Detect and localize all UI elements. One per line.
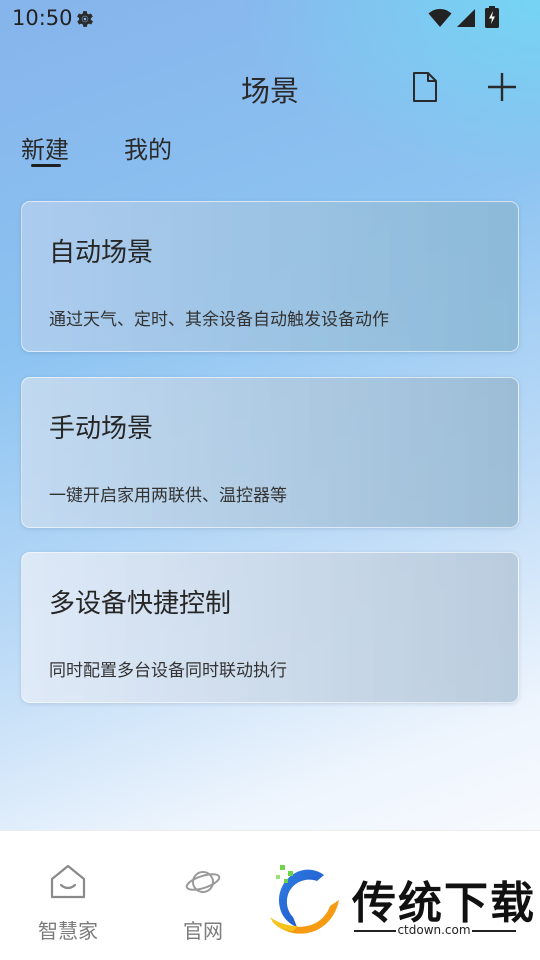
signal-icon [457,9,475,27]
watermark-logo: 传统下载 ctdown.com [266,855,534,945]
watermark-divider [354,930,396,932]
tab-new[interactable]: 新建 [21,130,69,165]
multi-device-control-card[interactable]: 多设备快捷控制 同时配置多台设备同时联动执行 [21,552,519,703]
card-description: 一键开启家用两联供、温控器等 [49,486,287,506]
nav-item-official-site[interactable]: 官网 [143,831,263,960]
watermark-url: ctdown.com [397,923,471,937]
watermark-text: 传统下载 [352,878,536,929]
nav-label: 官网 [183,919,223,943]
status-bar: 10:50 [0,0,540,36]
card-description: 通过天气、定时、其余设备自动触发设备动作 [49,310,389,330]
card-description: 同时配置多台设备同时联动执行 [49,661,287,681]
auto-scene-card[interactable]: 自动场景 通过天气、定时、其余设备自动触发设备动作 [21,201,519,352]
nav-item-smart-home[interactable]: 智慧家 [8,831,128,960]
watermark-divider [472,930,516,932]
card-title: 手动场景 [49,414,154,444]
add-icon[interactable] [486,71,518,103]
tab-mine[interactable]: 我的 [124,130,172,165]
page-title: 场景 [240,74,299,108]
active-tab-indicator [31,164,61,167]
document-icon[interactable] [411,71,439,103]
card-title: 多设备快捷控制 [49,589,232,619]
watermark-logo-icon [270,865,339,934]
battery-icon [485,6,499,28]
planet-icon [185,871,221,893]
wifi-icon [428,9,452,27]
nav-label: 智慧家 [38,919,98,943]
status-time: 10:50 [12,6,73,30]
home-icon [50,864,86,899]
manual-scene-card[interactable]: 手动场景 一键开启家用两联供、温控器等 [21,377,519,528]
gear-icon [77,11,93,27]
card-title: 自动场景 [49,238,154,268]
